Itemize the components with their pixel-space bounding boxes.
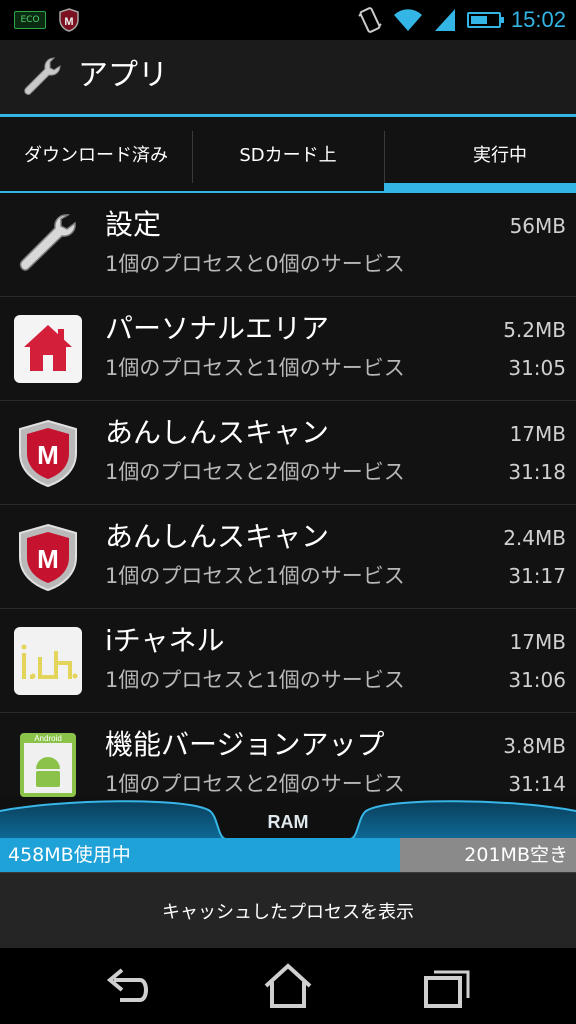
app-run-time: 31:05: [508, 356, 566, 380]
app-memory: 3.8MB: [503, 734, 566, 758]
wrench-icon[interactable]: [20, 54, 68, 102]
app-run-time: 31:18: [508, 460, 566, 484]
app-run-time: 31:14: [508, 772, 566, 796]
action-bar: アプリ: [0, 40, 576, 117]
ram-used-text: 458MB使用中: [8, 844, 131, 866]
home-icon[interactable]: [260, 962, 316, 1010]
clock: 15:02: [510, 7, 566, 32]
vibrate-icon: [358, 7, 382, 33]
tab-running[interactable]: 実行中: [384, 117, 576, 191]
app-memory: 17MB: [509, 630, 566, 654]
list-item[interactable]: パーソナルエリア 1個のプロセスと1個のサービス 5.2MB 31:05: [0, 297, 576, 401]
app-name: 機能バージョンアップ: [105, 728, 385, 761]
tab-downloaded[interactable]: ダウンロード済み: [0, 117, 192, 191]
app-memory: 2.4MB: [503, 526, 566, 550]
app-memory: 17MB: [509, 422, 566, 446]
app-process-info: 1個のプロセスと2個のサービス: [105, 772, 405, 796]
recent-apps-icon[interactable]: [420, 962, 476, 1010]
navigation-bar: [0, 948, 576, 1024]
app-run-time: 31:17: [508, 564, 566, 588]
app-memory: 5.2MB: [503, 318, 566, 342]
list-item[interactable]: Android 機能バージョンアップ 1個のプロセスと2個のサービス 3.8MB…: [0, 713, 576, 797]
personal-area-house-icon: [14, 315, 82, 383]
app-process-info: 1個のプロセスと1個のサービス: [105, 356, 405, 380]
svg-text:M: M: [37, 440, 59, 470]
back-icon[interactable]: [100, 962, 156, 1010]
status-bar: ECO M 15:02: [0, 0, 576, 40]
app-name: あんしんスキャン: [105, 520, 330, 553]
app-process-info: 1個のプロセスと1個のサービス: [105, 668, 405, 692]
page-title: アプリ: [78, 58, 168, 93]
tab-label: SDカード上: [239, 145, 337, 166]
battery-icon: [466, 12, 504, 28]
svg-text:M: M: [64, 16, 73, 28]
android-update-icon: Android: [20, 733, 76, 797]
app-process-info: 1個のプロセスと1個のサービス: [105, 564, 405, 588]
tab-sd-card[interactable]: SDカード上: [192, 117, 384, 191]
svg-text:Android: Android: [34, 734, 62, 743]
running-apps-list[interactable]: 設定 1個のプロセスと0個のサービス 56MB パーソナルエリア 1個のプロセス…: [0, 193, 576, 797]
ichannel-icon: [14, 627, 82, 695]
mcafee-icon: M: [59, 8, 79, 32]
app-run-time: 31:06: [508, 668, 566, 692]
button-label: キャッシュしたプロセスを表示: [162, 902, 414, 923]
mcafee-shield-icon: M: [19, 419, 77, 488]
app-name: パーソナルエリア: [105, 312, 330, 345]
svg-text:M: M: [37, 544, 59, 574]
app-process-info: 1個のプロセスと2個のサービス: [105, 460, 405, 484]
ram-usage-bar: 458MB使用中 201MB空き: [0, 838, 576, 872]
tab-label: ダウンロード済み: [24, 145, 168, 166]
signal-icon: [434, 9, 455, 31]
list-item[interactable]: 設定 1個のプロセスと0個のサービス 56MB: [0, 193, 576, 297]
wifi-icon: [393, 9, 422, 31]
app-name: 設定: [105, 208, 162, 241]
list-item[interactable]: iチャネル 1個のプロセスと1個のサービス 17MB 31:06: [0, 609, 576, 713]
app-process-info: 1個のプロセスと0個のサービス: [105, 252, 405, 276]
list-item[interactable]: M あんしんスキャン 1個のプロセスと2個のサービス 17MB 31:18: [0, 401, 576, 505]
app-memory: 56MB: [509, 214, 566, 238]
ram-free-text: 201MB空き: [464, 844, 568, 866]
ram-label: RAM: [267, 812, 309, 832]
tab-label: 実行中: [473, 145, 527, 166]
settings-wrench-icon: [19, 214, 76, 271]
eco-icon: ECO: [14, 11, 46, 29]
list-item[interactable]: M あんしんスキャン 1個のプロセスと1個のサービス 2.4MB 31:17: [0, 505, 576, 609]
show-cached-processes-button[interactable]: キャッシュしたプロセスを表示: [0, 872, 576, 949]
tab-bar: ダウンロード済み SDカード上 実行中: [0, 117, 576, 193]
mcafee-shield-icon: M: [19, 523, 77, 592]
app-name: iチャネル: [105, 624, 225, 657]
app-name: あんしんスキャン: [105, 416, 330, 449]
